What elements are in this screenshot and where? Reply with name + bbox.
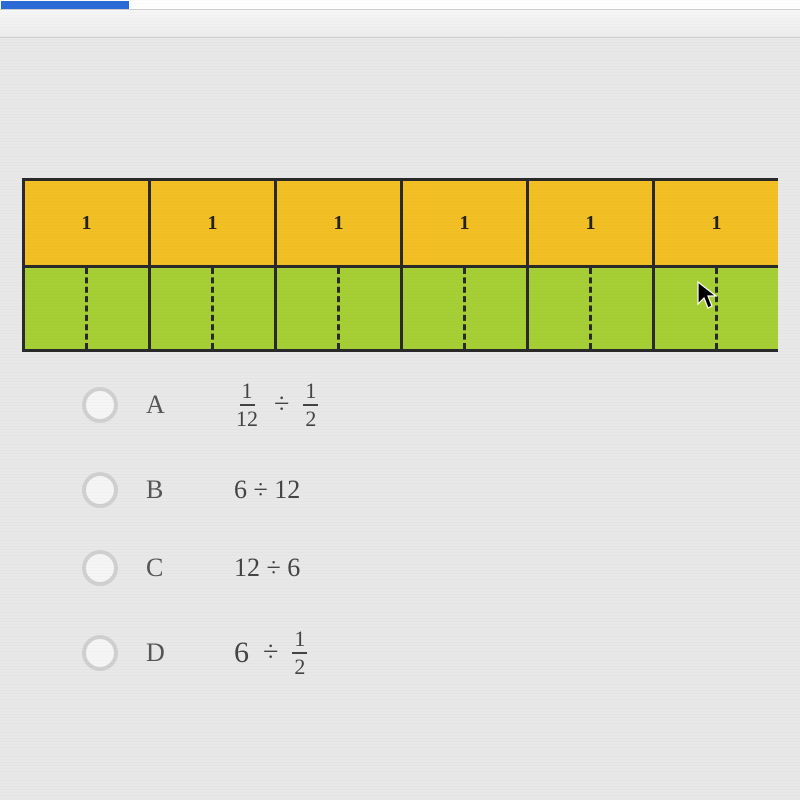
answer-expression: 6 ÷ 12 (234, 475, 300, 505)
divide-symbol: ÷ (274, 389, 289, 421)
unit-label: 1 (586, 212, 596, 235)
answer-letter: D (146, 638, 186, 668)
answer-option-d[interactable]: D 6 ÷ 1 2 (82, 628, 800, 678)
answer-option-a[interactable]: A 1 12 ÷ 1 2 (82, 380, 800, 430)
answer-expression: 6 ÷ 1 2 (234, 628, 307, 678)
unit-cell: 1 (403, 181, 529, 265)
subpart-cell (151, 265, 277, 349)
whole-number: 6 (234, 636, 249, 670)
answer-letter: B (146, 475, 186, 505)
answer-option-c[interactable]: C 12 ÷ 6 (82, 550, 800, 586)
unit-row: 1 1 1 1 1 1 (25, 181, 778, 265)
radio-button[interactable] (82, 550, 118, 586)
unit-cell: 1 (277, 181, 403, 265)
subpart-cell (25, 265, 151, 349)
answer-letter: A (146, 390, 186, 420)
unit-label: 1 (208, 212, 218, 235)
subpart-cell (529, 265, 655, 349)
progress-bar-fill (1, 1, 129, 9)
radio-button[interactable] (82, 472, 118, 508)
fraction: 1 2 (292, 628, 307, 678)
answer-expression: 1 12 ÷ 1 2 (234, 380, 318, 430)
progress-bar-track (0, 0, 800, 10)
unit-cell: 1 (655, 181, 778, 265)
answer-expression: 12 ÷ 6 (234, 553, 300, 583)
subpart-cell (403, 265, 529, 349)
subpart-cell (277, 265, 403, 349)
unit-cell: 1 (529, 181, 655, 265)
fraction-bar-model: 1 1 1 1 1 1 (22, 178, 778, 352)
answer-letter: C (146, 553, 186, 583)
fraction: 1 2 (303, 380, 318, 430)
unit-label: 1 (460, 212, 470, 235)
unit-cell: 1 (25, 181, 151, 265)
radio-button[interactable] (82, 635, 118, 671)
unit-label: 1 (82, 212, 92, 235)
subpart-row (25, 265, 778, 349)
unit-cell: 1 (151, 181, 277, 265)
answer-list: A 1 12 ÷ 1 2 B 6 ÷ 12 C 12 ÷ 6 (22, 380, 800, 678)
radio-button[interactable] (82, 387, 118, 423)
fraction: 1 12 (234, 380, 260, 430)
answer-option-b[interactable]: B 6 ÷ 12 (82, 472, 800, 508)
content-spacer (0, 38, 800, 178)
unit-label: 1 (334, 212, 344, 235)
unit-label: 1 (712, 212, 722, 235)
divide-symbol: ÷ (263, 637, 278, 669)
window-toolbar (0, 10, 800, 38)
question-content: 1 1 1 1 1 1 A 1 12 ÷ (0, 178, 800, 678)
subpart-cell (655, 265, 778, 349)
